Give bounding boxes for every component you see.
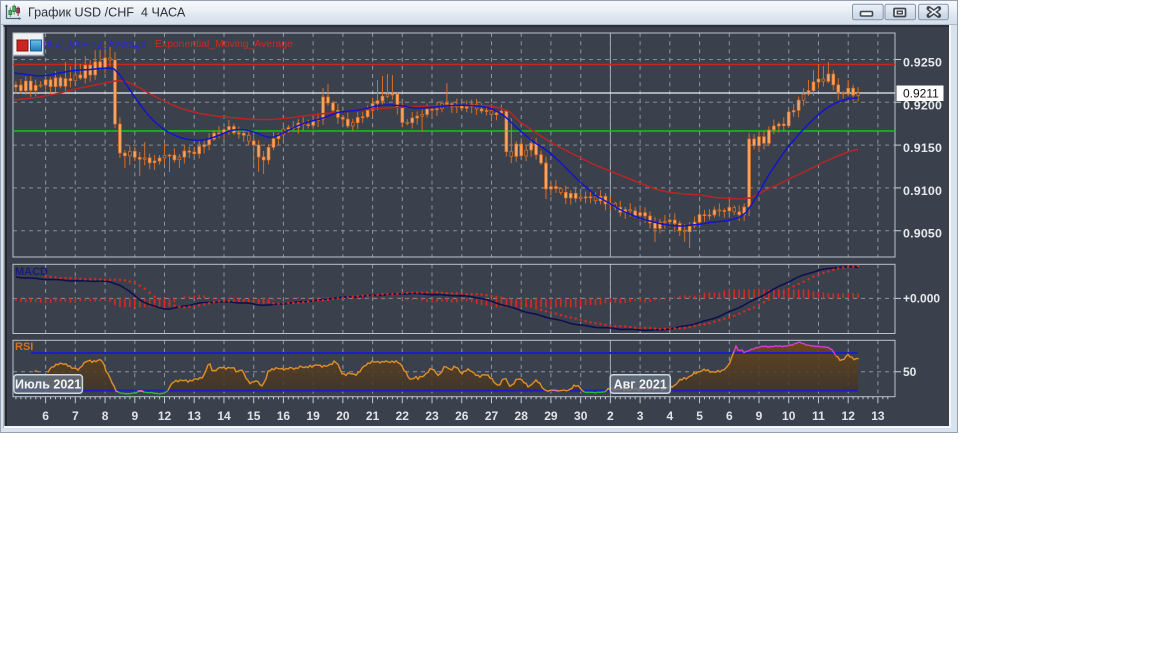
svg-text:0.9100: 0.9100 [903,184,942,198]
svg-text:0.9050: 0.9050 [903,227,942,241]
svg-text:29: 29 [544,409,558,423]
svg-text:Exponential_Moving_Average: Exponential_Moving_Average [155,39,293,50]
svg-text:Июль 2021: Июль 2021 [15,378,81,392]
svg-text:50: 50 [903,365,917,379]
svg-text:График USD /CHF 4 ЧАСА: График USD /CHF 4 ЧАСА [28,5,186,19]
svg-text:12: 12 [842,409,856,423]
svg-text:0.9150: 0.9150 [903,141,942,155]
svg-text:27: 27 [485,409,499,423]
svg-text:4: 4 [666,409,673,423]
svg-text:30: 30 [574,409,588,423]
svg-text:+0.000: +0.000 [903,292,940,306]
svg-text:ential_Moving_Average: ential_Moving_Average [38,39,147,50]
svg-text:16: 16 [277,409,291,423]
svg-text:0.9211: 0.9211 [903,87,939,101]
svg-text:8: 8 [102,409,109,423]
svg-text:21: 21 [366,409,380,423]
svg-text:5: 5 [696,409,703,423]
svg-text:3: 3 [637,409,644,423]
svg-text:0.9250: 0.9250 [903,56,942,70]
svg-text:26: 26 [455,409,469,423]
svg-text:15: 15 [247,409,261,423]
svg-text:7: 7 [72,409,79,423]
svg-text:9: 9 [131,409,138,423]
svg-text:9: 9 [756,409,763,423]
svg-text:2: 2 [607,409,614,423]
svg-text:6: 6 [726,409,733,423]
svg-text:13: 13 [188,409,202,423]
svg-text:Авг 2021: Авг 2021 [614,378,667,392]
svg-text:20: 20 [336,409,350,423]
svg-text:19: 19 [306,409,320,423]
svg-text:12: 12 [158,409,172,423]
svg-text:10: 10 [782,409,796,423]
svg-text:22: 22 [396,409,410,423]
svg-text:28: 28 [515,409,529,423]
svg-text:6: 6 [42,409,49,423]
svg-text:11: 11 [812,409,825,423]
svg-text:23: 23 [425,409,439,423]
svg-text:13: 13 [871,409,885,423]
svg-text:14: 14 [217,409,231,423]
svg-text:MACD: MACD [15,266,48,278]
svg-text:RSI: RSI [15,341,33,353]
